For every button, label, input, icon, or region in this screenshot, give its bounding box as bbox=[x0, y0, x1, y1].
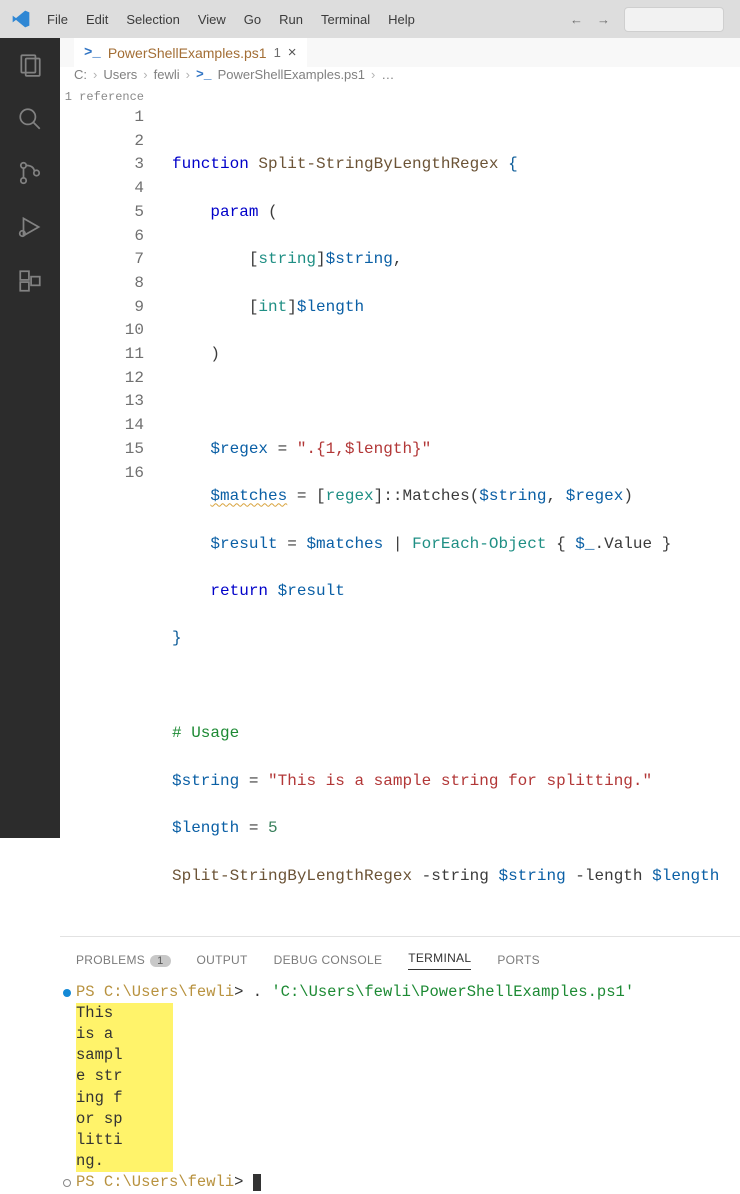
panel-tab-ports[interactable]: PORTS bbox=[497, 953, 540, 967]
breadcrumbs[interactable]: C:› Users› fewli› >_ PowerShellExamples.… bbox=[60, 67, 740, 82]
terminal-output: e str bbox=[76, 1066, 173, 1087]
activity-bar bbox=[0, 38, 60, 838]
breadcrumb-seg[interactable]: PowerShellExamples.ps1 bbox=[218, 67, 365, 82]
tab-powershellexamples[interactable]: >_ PowerShellExamples.ps1 1 × bbox=[74, 38, 307, 67]
menu-file[interactable]: File bbox=[38, 6, 77, 33]
tab-title: PowerShellExamples.ps1 bbox=[108, 45, 267, 61]
menu-help[interactable]: Help bbox=[379, 6, 424, 33]
powershell-file-icon: >_ bbox=[84, 45, 101, 61]
editor[interactable]: 1 reference 12345678910111213141516 func… bbox=[60, 82, 740, 936]
menu-run[interactable]: Run bbox=[270, 6, 312, 33]
terminal-output: is a bbox=[76, 1024, 173, 1045]
panel-tab-output[interactable]: OUTPUT bbox=[197, 953, 248, 967]
nav-controls: ← → bbox=[570, 7, 724, 32]
terminal-output: ng. bbox=[76, 1151, 173, 1172]
command-center-input[interactable] bbox=[624, 7, 724, 32]
menu-edit[interactable]: Edit bbox=[77, 6, 117, 33]
tab-close-icon[interactable]: × bbox=[288, 44, 297, 61]
menubar: File Edit Selection View Go Run Terminal… bbox=[38, 6, 424, 33]
search-icon[interactable] bbox=[17, 106, 43, 132]
breadcrumb-seg[interactable]: fewli bbox=[154, 67, 180, 82]
menu-selection[interactable]: Selection bbox=[117, 6, 188, 33]
panel-tab-debug[interactable]: DEBUG CONSOLE bbox=[274, 953, 383, 967]
terminal-output: ing f bbox=[76, 1088, 173, 1109]
panel-tabs: PROBLEMS1 OUTPUT DEBUG CONSOLE TERMINAL … bbox=[60, 947, 740, 982]
terminal-output: or sp bbox=[76, 1109, 173, 1130]
breadcrumb-seg[interactable]: C: bbox=[74, 67, 87, 82]
run-debug-icon[interactable] bbox=[17, 214, 43, 240]
vscode-logo-icon bbox=[4, 9, 38, 29]
terminal-output: This bbox=[76, 1003, 173, 1024]
terminal-output: litti bbox=[76, 1130, 173, 1151]
tab-dirty-indicator: 1 bbox=[274, 45, 281, 60]
source-control-icon[interactable] bbox=[17, 160, 43, 186]
editor-tabs: >_ PowerShellExamples.ps1 1 × bbox=[60, 38, 740, 67]
problems-badge: 1 bbox=[150, 955, 170, 967]
extensions-icon[interactable] bbox=[17, 268, 43, 294]
terminal-prompt[interactable]: PS C:\Users\fewli> bbox=[76, 1172, 724, 1193]
panel-tab-problems[interactable]: PROBLEMS1 bbox=[76, 953, 171, 967]
menu-terminal[interactable]: Terminal bbox=[312, 6, 379, 33]
terminal-cursor bbox=[253, 1174, 261, 1191]
panel-tab-terminal[interactable]: TERMINAL bbox=[408, 951, 471, 970]
nav-forward-icon[interactable]: → bbox=[597, 12, 610, 27]
breadcrumb-seg[interactable]: … bbox=[381, 67, 394, 82]
terminal-status-icon bbox=[63, 989, 71, 997]
line-gutter: 1 reference 12345678910111213141516 bbox=[60, 86, 172, 936]
codelens[interactable]: 1 reference bbox=[60, 86, 144, 106]
menu-view[interactable]: View bbox=[189, 6, 235, 33]
powershell-file-icon: >_ bbox=[196, 67, 212, 82]
title-bar: File Edit Selection View Go Run Terminal… bbox=[0, 0, 740, 38]
terminal-output: sampl bbox=[76, 1045, 173, 1066]
breadcrumb-seg[interactable]: Users bbox=[103, 67, 137, 82]
menu-go[interactable]: Go bbox=[235, 6, 270, 33]
terminal-status-icon bbox=[63, 1179, 71, 1187]
terminal-line: PS C:\Users\fewli> . 'C:\Users\fewli\Pow… bbox=[76, 982, 724, 1003]
code-body[interactable]: function Split-StringByLengthRegex { par… bbox=[172, 86, 740, 936]
panel: PROBLEMS1 OUTPUT DEBUG CONSOLE TERMINAL … bbox=[60, 936, 740, 1194]
nav-back-icon[interactable]: ← bbox=[570, 12, 583, 27]
explorer-icon[interactable] bbox=[17, 52, 43, 78]
terminal[interactable]: PS C:\Users\fewli> . 'C:\Users\fewli\Pow… bbox=[60, 982, 740, 1194]
